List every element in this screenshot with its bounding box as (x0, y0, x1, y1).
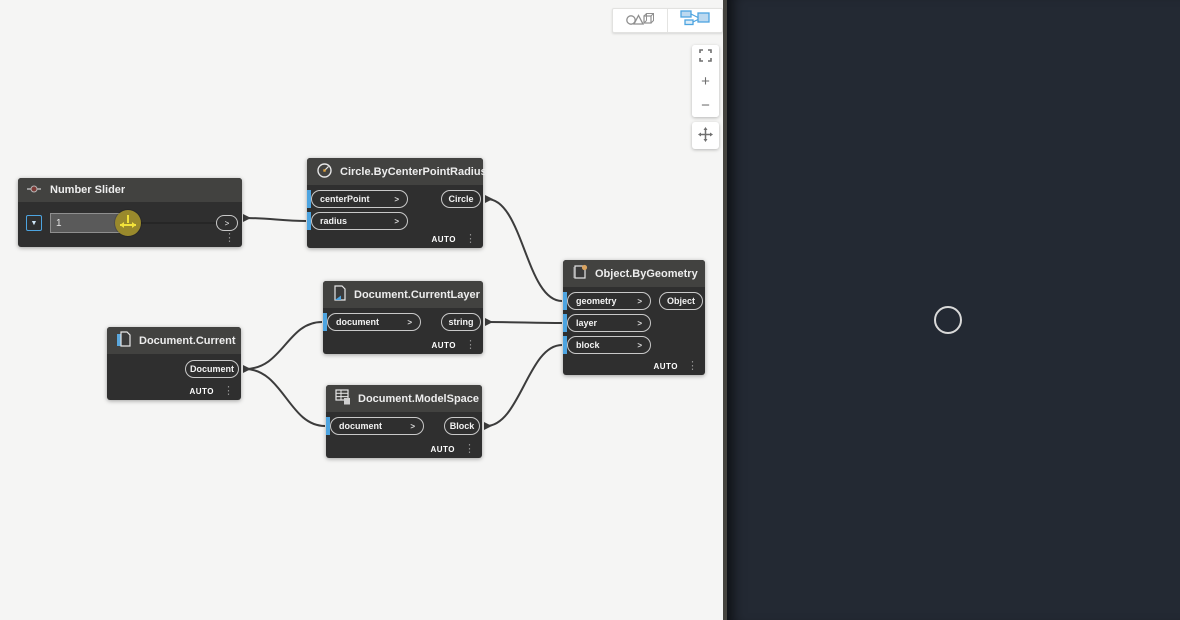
node-title: Document.ModelSpace (358, 393, 479, 405)
zoom-controls-panel: + − (692, 45, 719, 117)
node-circle-bycenterpointradius[interactable]: Circle.ByCenterPointRadius centerPoint >… (307, 158, 483, 248)
slider-type-dropdown[interactable]: ▼ (26, 215, 42, 231)
node-object-bygeometry[interactable]: Object.ByGeometry geometry > layer > blo… (563, 260, 705, 375)
auto-badge: AUTO (189, 387, 214, 396)
auto-badge: AUTO (431, 341, 456, 350)
node-title: Document.CurrentLayer (354, 289, 480, 301)
node-menu-dots[interactable]: ⋮ (465, 340, 476, 351)
output-port-circle[interactable]: Circle (441, 190, 481, 208)
zoom-in-button[interactable]: + (692, 69, 719, 93)
graph-view-icon (679, 9, 711, 32)
pan-icon (698, 127, 713, 145)
output-port-block[interactable]: Block (444, 417, 480, 435)
document-icon (116, 331, 132, 351)
slider-value-input[interactable] (50, 213, 122, 233)
wire-block-block (486, 345, 562, 426)
zoom-fit-button[interactable] (692, 45, 719, 69)
node-menu-dots[interactable]: ⋮ (465, 234, 476, 245)
zoom-fit-icon (699, 49, 712, 66)
input-port-layer[interactable]: layer > (567, 314, 651, 332)
object-page-icon (572, 264, 588, 283)
node-header[interactable]: Circle.ByCenterPointRadius (307, 158, 483, 185)
node-menu-dots[interactable]: ⋮ (464, 444, 475, 455)
pan-button[interactable] (692, 122, 719, 149)
graph-canvas[interactable]: Number Slider ▼ > ⋮ (0, 0, 723, 620)
slider-handle[interactable] (115, 210, 141, 236)
modelspace-table-icon (335, 389, 351, 408)
graph-view-button[interactable] (667, 9, 722, 32)
wire-circle-geometry (487, 199, 562, 301)
output-port-string[interactable]: string (441, 313, 481, 331)
node-document-currentlayer[interactable]: Document.CurrentLayer document > string … (323, 281, 483, 354)
node-document-current[interactable]: Document.Current Document AUTO ⋮ (107, 327, 241, 400)
input-port-document[interactable]: document > (327, 313, 421, 331)
output-port-object[interactable]: Object (659, 292, 703, 310)
input-port-block[interactable]: block > (567, 336, 651, 354)
auto-badge: AUTO (431, 235, 456, 244)
circle-compass-icon (316, 162, 333, 182)
geometry-preview-viewport[interactable] (727, 0, 1180, 620)
output-port-document[interactable]: Document (185, 360, 239, 378)
input-port-document[interactable]: document > (330, 417, 424, 435)
wire-document-modelspace (245, 369, 325, 426)
auto-badge: AUTO (653, 362, 678, 371)
auto-badge: AUTO (430, 445, 455, 454)
node-header[interactable]: Document.CurrentLayer (323, 281, 483, 308)
view-toggle-toolbar (612, 8, 723, 33)
node-number-slider[interactable]: Number Slider ▼ > ⋮ (18, 178, 242, 247)
input-port-centerpoint[interactable]: centerPoint > (311, 190, 408, 208)
app-window: Number Slider ▼ > ⋮ (0, 0, 1180, 620)
node-menu-dots[interactable]: ⋮ (223, 386, 234, 397)
zoom-out-button[interactable]: − (692, 93, 719, 117)
wire-slider-radius (245, 218, 306, 221)
slider-output-port[interactable]: > (216, 215, 238, 231)
slider-icon (27, 184, 43, 197)
node-menu-dots[interactable]: ⋮ (687, 361, 698, 372)
wire-document-currentlayer (245, 322, 322, 369)
node-document-modelspace[interactable]: Document.ModelSpace document > Block AUT… (326, 385, 482, 458)
node-title: Object.ByGeometry (595, 268, 698, 280)
node-header[interactable]: Document.ModelSpace (326, 385, 482, 412)
document-layer-icon (332, 285, 347, 305)
geometry-view-button[interactable] (613, 9, 667, 32)
node-header[interactable]: Number Slider (18, 178, 242, 202)
node-header[interactable]: Object.ByGeometry (563, 260, 705, 287)
slider-track (130, 222, 216, 224)
geometry-view-icon (625, 10, 655, 31)
node-title: Circle.ByCenterPointRadius (340, 166, 487, 178)
circle-preview (934, 306, 962, 334)
input-port-radius[interactable]: radius > (311, 212, 408, 230)
node-title: Number Slider (50, 184, 125, 196)
node-menu-dots[interactable]: ⋮ (224, 233, 235, 244)
node-title: Document.Current (139, 335, 236, 347)
node-header[interactable]: Document.Current (107, 327, 241, 354)
wire-string-layer (487, 322, 562, 323)
input-port-geometry[interactable]: geometry > (567, 292, 651, 310)
